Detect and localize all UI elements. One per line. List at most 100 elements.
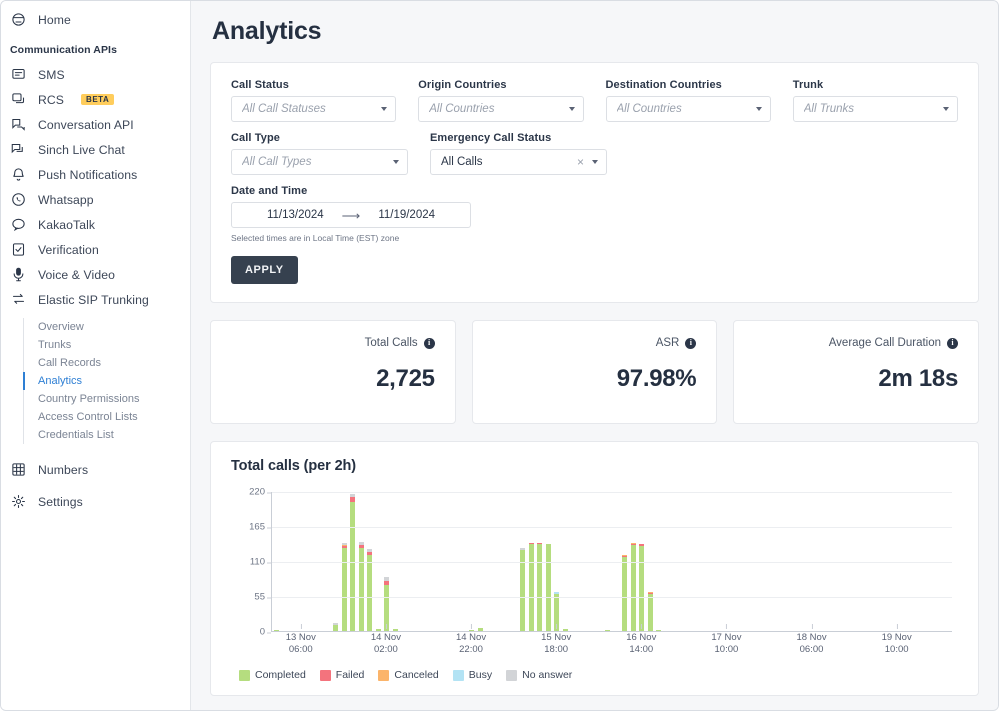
chart-panel: Total calls (per 2h) 055110165220 13 Nov… <box>210 441 979 696</box>
sidebar-item-elastic-sip-trunking[interactable]: Elastic SIP Trunking <box>1 287 190 312</box>
chart-bar[interactable] <box>537 543 542 631</box>
chart-bar[interactable] <box>520 548 525 631</box>
chart-x-tick-date: 18 Nov <box>796 632 826 644</box>
sidebar-item-voice-video[interactable]: Voice & Video <box>1 262 190 287</box>
chart-bar[interactable] <box>605 630 610 631</box>
sidebar-item-sms[interactable]: SMS <box>1 62 190 87</box>
app-window: Home Communication APIs SMS RCS BETA <box>0 0 999 711</box>
origin-countries-select[interactable]: All Countries <box>418 96 583 122</box>
legend-label: Canceled <box>394 669 438 681</box>
call-type-select[interactable]: All Call Types <box>231 149 408 175</box>
sidebar-item-credentials-list[interactable]: Credentials List <box>23 426 190 444</box>
sidebar-item-analytics[interactable]: Analytics <box>23 372 190 390</box>
apply-button[interactable]: APPLY <box>231 256 298 284</box>
sidebar-item-sinch-live-chat[interactable]: Sinch Live Chat <box>1 137 190 162</box>
sidebar-item-label: Conversation API <box>38 118 134 132</box>
legend-label: Busy <box>469 669 492 681</box>
chart-bar[interactable] <box>274 630 279 631</box>
field-label: Destination Countries <box>606 79 771 91</box>
sidebar-item-country-permissions[interactable]: Country Permissions <box>23 390 190 408</box>
sidebar-item-access-control-lists[interactable]: Access Control Lists <box>23 408 190 426</box>
chevron-down-icon <box>592 160 598 164</box>
chart-legend-item[interactable]: Completed <box>239 669 306 681</box>
chart-bar[interactable] <box>342 543 347 631</box>
chart-legend-item[interactable]: Failed <box>320 669 365 681</box>
sidebar-item-call-records[interactable]: Call Records <box>23 354 190 372</box>
beta-badge: BETA <box>81 94 114 105</box>
stat-label: Total Calls <box>365 337 418 349</box>
sidebar-item-whatsapp[interactable]: Whatsapp <box>1 187 190 212</box>
chart-bar[interactable] <box>393 629 398 631</box>
sidebar-item-conversation-api[interactable]: Conversation API <box>1 112 190 137</box>
call-status-select[interactable]: All Call Statuses <box>231 96 396 122</box>
chart-legend-item[interactable]: No answer <box>506 669 572 681</box>
sidebar-item-label: Home <box>38 13 71 27</box>
chart-bar[interactable] <box>478 628 483 631</box>
chart-x-tick: 14 Nov22:00 <box>456 632 486 656</box>
chevron-down-icon <box>756 107 762 111</box>
call-type-value: All Call Types <box>242 156 393 168</box>
sidebar-section-title: Communication APIs <box>1 32 190 62</box>
sidebar-item-numbers[interactable]: Numbers <box>1 457 190 482</box>
sidebar-item-kakaotalk[interactable]: KakaoTalk <box>1 212 190 237</box>
trunk-select[interactable]: All Trunks <box>793 96 958 122</box>
chart-x-tick: 15 Nov18:00 <box>541 632 571 656</box>
sidebar: Home Communication APIs SMS RCS BETA <box>1 1 191 710</box>
sidebar-item-push-notifications[interactable]: Push Notifications <box>1 162 190 187</box>
chart-bar[interactable] <box>359 542 364 631</box>
sidebar-item-settings[interactable]: Settings <box>1 489 190 514</box>
stat-header: ASR i <box>473 337 697 349</box>
chart-bar-segment <box>274 630 279 631</box>
chart-bar[interactable] <box>529 543 534 631</box>
sidebar-item-label: Elastic SIP Trunking <box>38 293 149 307</box>
chart-bar[interactable] <box>639 544 644 631</box>
chart-bar[interactable] <box>648 592 653 631</box>
sidebar-item-label: Voice & Video <box>38 268 115 282</box>
chart-bar[interactable] <box>656 630 661 631</box>
chart-legend-item[interactable]: Busy <box>453 669 492 681</box>
chart-bar[interactable] <box>546 544 551 631</box>
date-start-value[interactable]: 11/13/2024 <box>267 209 324 221</box>
chart-bar[interactable] <box>376 629 381 631</box>
chart-bar[interactable] <box>631 543 636 631</box>
chart-bar[interactable] <box>622 555 627 631</box>
chart-x-tick: 13 Nov06:00 <box>286 632 316 656</box>
sidebar-item-rcs[interactable]: RCS BETA <box>1 87 190 112</box>
chart-bar[interactable] <box>333 623 338 631</box>
chart-legend: Completed Failed Canceled Busy No answer <box>239 669 572 681</box>
chart-bar[interactable] <box>469 630 474 631</box>
sidebar-item-label: Push Notifications <box>38 168 137 182</box>
legend-swatch <box>506 670 517 681</box>
chart-bar[interactable] <box>563 629 568 631</box>
chart-bar-segment <box>478 628 483 631</box>
chart-bar-segment <box>342 548 347 631</box>
info-icon[interactable]: i <box>685 338 696 349</box>
chart-bar-segment <box>393 629 398 631</box>
field-destination-countries: Destination Countries All Countries <box>606 79 771 122</box>
date-range-picker[interactable]: 11/13/2024 ⟶ 11/19/2024 <box>231 202 471 228</box>
chart-x-tick-time: 02:00 <box>371 644 401 656</box>
call-status-value: All Call Statuses <box>242 103 381 115</box>
chart-bar[interactable] <box>384 577 389 631</box>
chart-legend-item[interactable]: Canceled <box>378 669 438 681</box>
field-label: Call Type <box>231 132 408 144</box>
field-call-status: Call Status All Call Statuses <box>231 79 396 122</box>
sidebar-item-home[interactable]: Home <box>1 7 190 32</box>
clear-icon[interactable]: × <box>577 156 584 168</box>
info-icon[interactable]: i <box>947 338 958 349</box>
date-end-value[interactable]: 11/19/2024 <box>378 209 435 221</box>
sidebar-item-label: Verification <box>38 243 99 257</box>
chevron-down-icon <box>381 107 387 111</box>
chart-x-tick-time: 06:00 <box>286 644 316 656</box>
destination-countries-select[interactable]: All Countries <box>606 96 771 122</box>
sidebar-item-trunks[interactable]: Trunks <box>23 336 190 354</box>
chart-x-tick-date: 17 Nov <box>711 632 741 644</box>
sidebar-item-overview[interactable]: Overview <box>23 318 190 336</box>
chart-x-tick-time: 06:00 <box>796 644 826 656</box>
info-icon[interactable]: i <box>424 338 435 349</box>
chart-x-tick: 14 Nov02:00 <box>371 632 401 656</box>
chart-gridline <box>272 527 952 528</box>
field-label: Origin Countries <box>418 79 583 91</box>
sidebar-item-verification[interactable]: Verification <box>1 237 190 262</box>
emergency-call-status-select[interactable]: All Calls × <box>430 149 607 175</box>
